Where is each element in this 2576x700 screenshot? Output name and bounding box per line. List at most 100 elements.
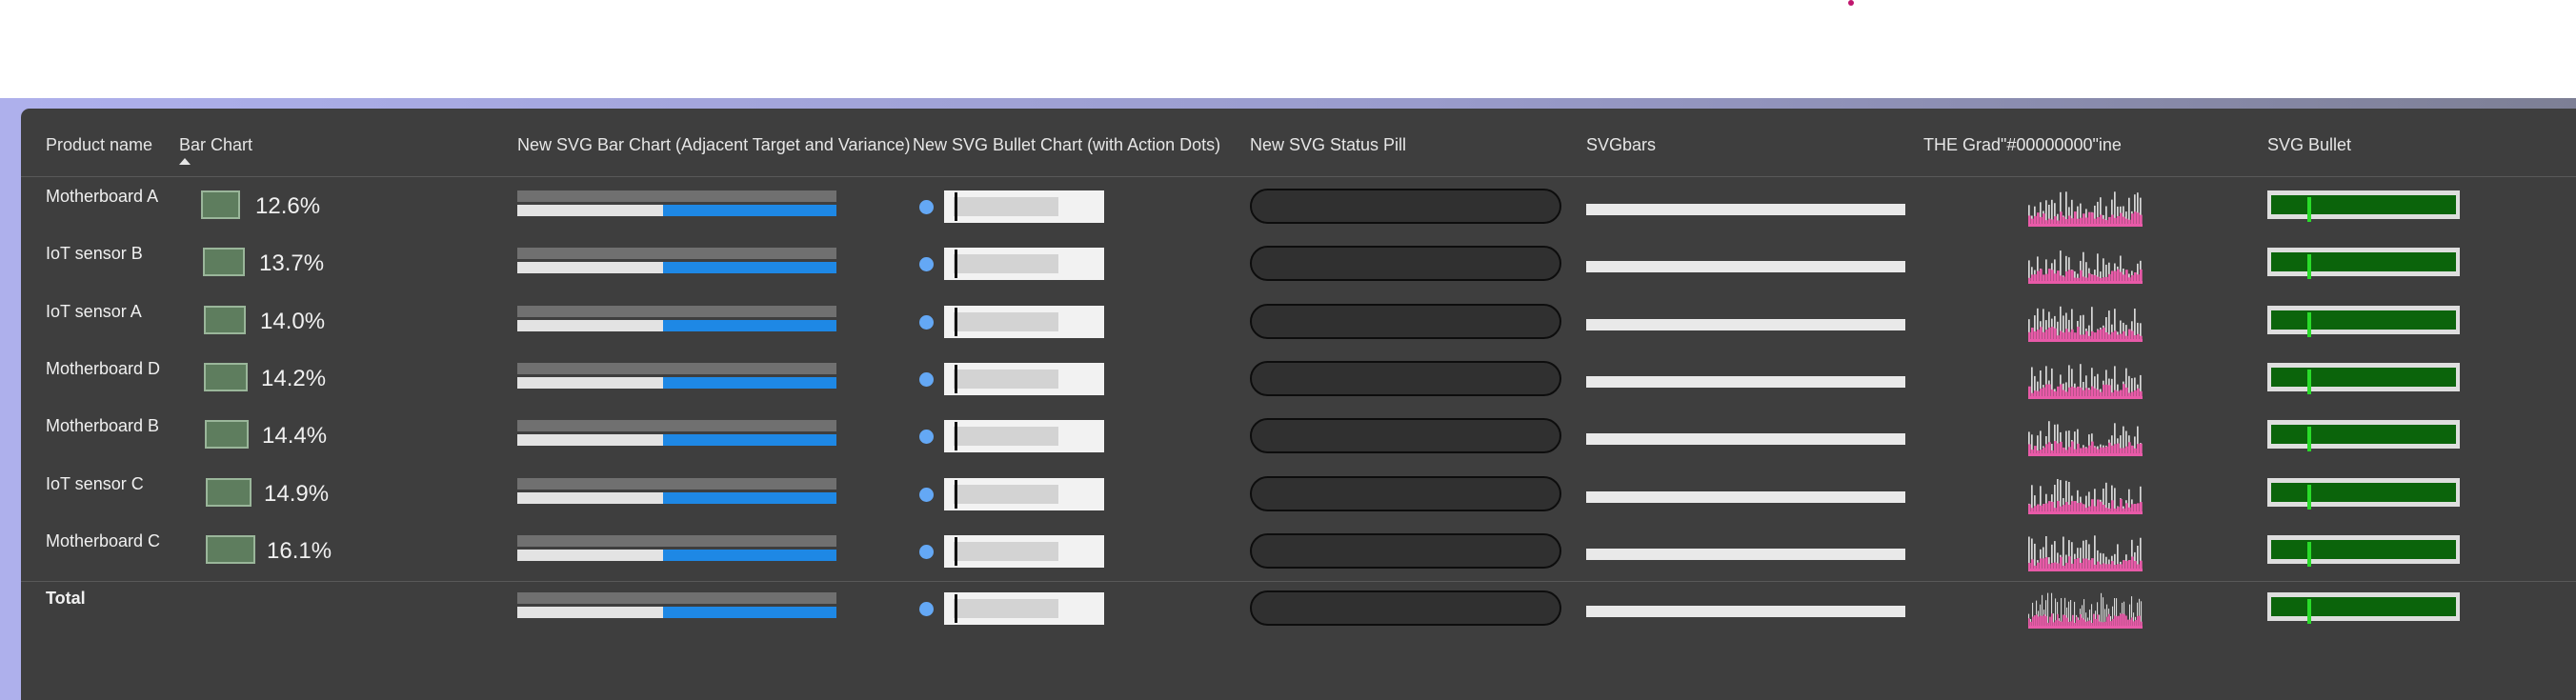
sparkline-fill	[2120, 613, 2122, 627]
svgbars-bar	[1586, 204, 1905, 215]
svg-bullet	[2267, 420, 2460, 451]
gradient-sparkline	[2028, 191, 2143, 227]
table-row[interactable]: IoT sensor A 14.0%	[21, 302, 2576, 361]
header-product-name[interactable]: Product name	[46, 135, 152, 155]
sparkline-fill	[2131, 446, 2134, 454]
sparkline-fill	[2080, 563, 2083, 570]
sparkline-fill	[2134, 390, 2137, 397]
sparkline-fill	[2037, 330, 2040, 340]
header-new-svg-status-pill[interactable]: New SVG Status Pill	[1250, 135, 1406, 155]
table-row[interactable]: Motherboard A 12.6%	[21, 187, 2576, 246]
data-bar	[203, 248, 245, 276]
sparkline-fill	[2088, 273, 2091, 282]
header-svgbars[interactable]: SVGbars	[1586, 135, 1656, 155]
sparkline-fill	[2064, 615, 2066, 627]
action-dot	[919, 257, 934, 271]
sort-up-icon[interactable]	[179, 158, 191, 165]
sparkline-fill	[2063, 614, 2064, 627]
sparkline-fill	[2048, 384, 2051, 397]
header-bar-chart[interactable]: Bar Chart	[179, 135, 252, 155]
svg-bullet	[2267, 478, 2460, 510]
bullet-marker	[955, 537, 957, 566]
sparkline-fill	[2120, 390, 2123, 397]
sparkline-fill	[2040, 216, 2043, 225]
sparkline-fill	[2083, 504, 2085, 512]
sparkline-fill	[2080, 217, 2083, 225]
total-row[interactable]: Total	[21, 589, 2576, 648]
bar-chart-value: 14.9%	[264, 481, 330, 507]
svg-bullet-range	[2271, 540, 2456, 567]
sparkline-fill	[2045, 384, 2048, 397]
sparkline-fill	[2134, 504, 2137, 512]
table-row[interactable]: IoT sensor B 13.7%	[21, 244, 2576, 303]
sparkline-fill	[2083, 213, 2085, 225]
sparkline-fill	[2134, 211, 2137, 225]
sparkline-fill	[2085, 330, 2088, 340]
svg-bullet-marker	[2307, 197, 2311, 222]
data-bar	[206, 535, 255, 564]
svg-bullet	[2267, 248, 2460, 279]
table-row[interactable]: Motherboard B 14.4%	[21, 416, 2576, 475]
actual-bar	[517, 262, 663, 273]
sparkline-fill	[2117, 269, 2120, 282]
sparkline-fill	[2068, 504, 2071, 512]
actual-bar	[517, 320, 663, 331]
sparkline-fill	[2028, 563, 2031, 570]
sparkline-fill	[2071, 270, 2074, 282]
table-row[interactable]: Motherboard C 16.1%	[21, 531, 2576, 590]
sparkline-fill	[2123, 384, 2125, 397]
bar-chart-value: 13.7%	[259, 250, 325, 276]
sparkline-fill	[2045, 330, 2048, 340]
sparkline-fill	[2091, 386, 2094, 397]
header-the-grad[interactable]: THE Grad"#00000000"ine	[1923, 135, 2122, 155]
sparkline-fill	[2031, 559, 2034, 570]
bullet-range	[954, 427, 1058, 446]
svgbars-bar	[1586, 549, 1905, 560]
sparkline-fill	[2125, 387, 2128, 397]
sparkline-fill	[2065, 271, 2068, 282]
sparkline-fill	[2094, 388, 2097, 397]
sparkline-fill	[2063, 505, 2065, 512]
sparkline-fill	[2034, 615, 2036, 627]
sparkline-fill	[2114, 615, 2116, 627]
product-name: Motherboard A	[46, 187, 159, 206]
bullet-marker	[955, 250, 957, 278]
action-dot	[919, 372, 934, 387]
sparkline-baseline	[2028, 569, 2143, 571]
sparkline-fill	[2065, 329, 2068, 340]
bar-chart-value: 14.4%	[262, 423, 328, 449]
header-svg-bullet[interactable]: SVG Bullet	[2267, 135, 2351, 155]
sparkline-fill	[2068, 447, 2071, 454]
gradient-sparkline	[2028, 535, 2143, 571]
sparkline-fill	[2034, 446, 2037, 454]
sparkline-fill	[2103, 447, 2105, 454]
sparkline-fill	[2054, 562, 2057, 570]
header-new-svg-bar-chart[interactable]: New SVG Bar Chart (Adjacent Target and V…	[517, 135, 911, 155]
sparkline-fill	[2028, 444, 2031, 454]
svg-bullet-range	[2271, 195, 2456, 222]
target-bar	[517, 248, 836, 259]
svgbars-bar	[1586, 261, 1905, 272]
data-bar	[204, 363, 248, 391]
action-dot	[919, 200, 934, 214]
sparkline-fill	[2111, 331, 2114, 340]
sparkline-fill	[2114, 390, 2117, 397]
sparkline-fill	[2128, 329, 2131, 340]
table-row[interactable]: Motherboard D 14.2%	[21, 359, 2576, 418]
bullet-chart	[944, 420, 1104, 452]
sparkline-fill	[2131, 556, 2134, 570]
sparkline-fill	[2074, 388, 2077, 397]
sparkline-fill	[2037, 562, 2040, 570]
sparkline-fill	[2127, 619, 2129, 627]
sparkline-fill	[2123, 613, 2125, 627]
svgbars-bar	[1586, 376, 1905, 388]
sparkline-fill	[2080, 270, 2083, 282]
sparkline-fill	[2037, 212, 2040, 225]
header-new-svg-bullet-chart[interactable]: New SVG Bullet Chart (with Action Dots)	[913, 135, 1220, 155]
variance-bar	[663, 607, 836, 618]
cursor-dot	[1848, 0, 1854, 6]
table-row[interactable]: IoT sensor C 14.9%	[21, 474, 2576, 533]
sparkline-fill	[2122, 613, 2123, 627]
sparkline-fill	[2043, 447, 2045, 454]
sparkline-fill	[2131, 213, 2134, 225]
